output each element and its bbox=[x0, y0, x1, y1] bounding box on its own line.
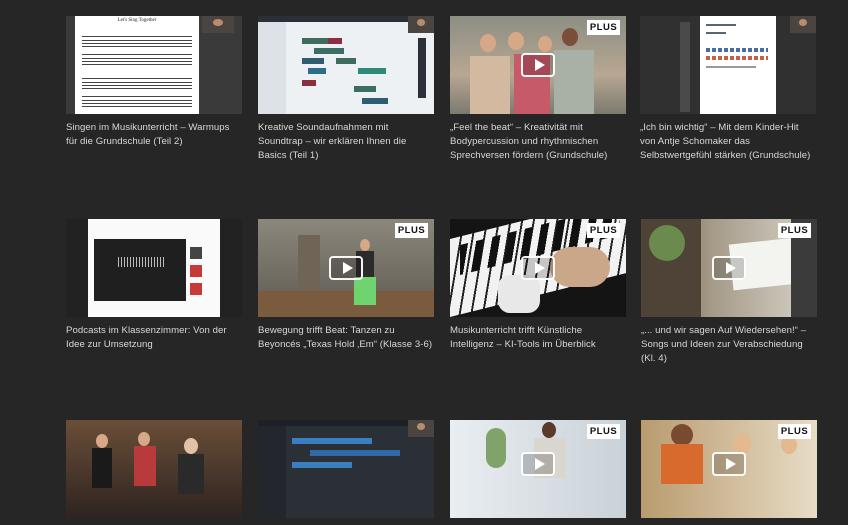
video-title[interactable]: Kreative Soundaufnahmen mit Soundtrap – … bbox=[258, 121, 434, 163]
play-icon[interactable] bbox=[712, 256, 746, 280]
video-thumbnail[interactable] bbox=[66, 420, 242, 518]
video-thumbnail[interactable]: PLUS bbox=[450, 420, 626, 518]
webcam-overlay bbox=[408, 16, 434, 33]
play-icon[interactable] bbox=[712, 452, 746, 476]
video-card[interactable]: Let's Sing Together Singen im Musikunter… bbox=[66, 16, 242, 149]
play-icon[interactable] bbox=[521, 256, 555, 280]
video-thumbnail[interactable]: PLUS bbox=[258, 219, 434, 317]
video-thumbnail[interactable] bbox=[640, 16, 816, 114]
plus-badge: PLUS bbox=[587, 223, 620, 238]
video-card[interactable]: Kreative Soundaufnahmen mit Soundtrap – … bbox=[258, 16, 434, 163]
video-thumbnail[interactable] bbox=[258, 420, 434, 518]
video-card[interactable]: „Ich bin wichtig“ – Mit dem Kinder-Hit v… bbox=[640, 16, 816, 163]
video-thumbnail[interactable]: PLUS bbox=[641, 420, 817, 518]
webcam-overlay bbox=[408, 420, 434, 437]
video-card[interactable]: PLUS „... und wir sagen Auf Wiedersehen!… bbox=[641, 219, 817, 366]
video-title[interactable]: Bewegung trifft Beat: Tanzen zu Beyoncés… bbox=[258, 324, 434, 352]
video-card[interactable]: PLUS Musikunterricht trifft Künstliche I… bbox=[450, 219, 626, 352]
video-card[interactable]: PLUS Bewegung trifft Beat: Tanzen zu Bey… bbox=[258, 219, 434, 352]
video-card[interactable] bbox=[258, 420, 434, 525]
plus-badge: PLUS bbox=[587, 424, 620, 439]
video-thumbnail[interactable]: Let's Sing Together bbox=[66, 16, 242, 114]
video-title[interactable]: Singen im Musikunterricht – Warmups für … bbox=[66, 121, 242, 149]
video-title[interactable]: „... und wir sagen Auf Wiedersehen!“ – S… bbox=[641, 324, 817, 366]
video-thumbnail[interactable] bbox=[258, 16, 434, 114]
video-thumbnail[interactable] bbox=[66, 219, 242, 317]
video-card[interactable]: PLUS bbox=[641, 420, 817, 525]
sheet-title: Let's Sing Together bbox=[117, 18, 157, 23]
play-icon[interactable] bbox=[329, 256, 363, 280]
webcam-overlay bbox=[202, 16, 234, 33]
plus-badge: PLUS bbox=[587, 20, 620, 35]
video-card[interactable] bbox=[66, 420, 242, 525]
plus-badge: PLUS bbox=[395, 223, 428, 238]
play-icon[interactable] bbox=[521, 53, 555, 77]
video-card[interactable]: Podcasts im Klassenzimmer: Von der Idee … bbox=[66, 219, 242, 352]
plus-badge: PLUS bbox=[778, 424, 811, 439]
video-card[interactable]: PLUS „Feel the beat“ – Kreativität mit B… bbox=[450, 16, 626, 163]
play-icon[interactable] bbox=[521, 452, 555, 476]
sheet-music-image: Let's Sing Together bbox=[75, 16, 199, 114]
video-title[interactable]: Musikunterricht trifft Künstliche Intell… bbox=[450, 324, 626, 352]
video-thumbnail[interactable]: PLUS bbox=[450, 219, 626, 317]
webcam-overlay bbox=[790, 16, 816, 33]
video-title[interactable]: „Feel the beat“ – Kreativität mit Bodype… bbox=[450, 121, 626, 163]
video-thumbnail[interactable]: PLUS bbox=[641, 219, 817, 317]
video-title[interactable]: „Ich bin wichtig“ – Mit dem Kinder-Hit v… bbox=[640, 121, 816, 163]
video-thumbnail[interactable]: PLUS bbox=[450, 16, 626, 114]
video-card[interactable]: PLUS bbox=[450, 420, 626, 525]
video-title[interactable]: Podcasts im Klassenzimmer: Von der Idee … bbox=[66, 324, 242, 352]
plus-badge: PLUS bbox=[778, 223, 811, 238]
document-image bbox=[700, 16, 776, 114]
